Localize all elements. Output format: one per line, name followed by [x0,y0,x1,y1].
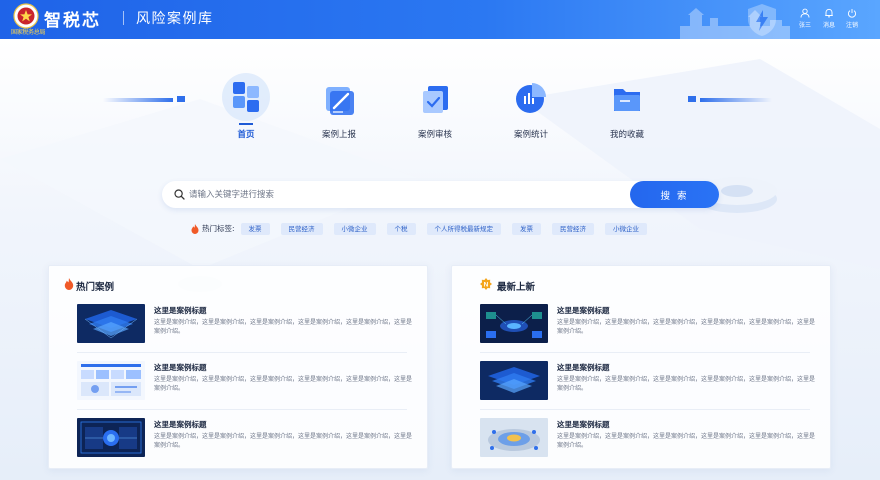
case-thumbnail [480,304,548,343]
home-grid-icon [222,73,270,121]
tag-iit-latest-rules[interactable]: 个人所得税最新规定 [426,222,502,235]
bell-icon [825,8,833,18]
nav-case-stats-label: 案例统计 [513,130,548,140]
case-description: 这里是案例介绍，这里是案例介绍，这里是案例介绍，这里是案例介绍，这里是案例介绍，… [154,319,413,335]
user-name-label: 张三 [798,22,811,29]
latest-case-item[interactable]: 这里是案例标题 这里是案例介绍，这里是案例介绍，这里是案例介绍，这里是案例介绍，… [480,304,815,353]
latest-cases-title: 最新上新 [497,282,536,293]
app-subtitle: 风险案例库 [136,11,214,27]
nav-active-indicator [239,123,253,125]
new-badge-icon: N [480,278,492,290]
tag-private-economy-2[interactable]: 民营经济 [552,222,595,235]
tag-small-micro-enterprise-2[interactable]: 小微企业 [605,222,648,235]
flame-icon [64,278,74,290]
emblem-caption: 国家税务总局 [11,29,46,36]
search-button[interactable]: 搜 索 [630,181,719,208]
case-thumbnail [77,418,145,457]
hot-case-item[interactable]: 这里是案例标题 这里是案例介绍，这里是案例介绍，这里是案例介绍，这里是案例介绍，… [77,304,412,353]
case-thumbnail [77,304,145,343]
logout-button[interactable]: 注销 [842,8,862,29]
list-divider [480,409,810,410]
hot-case-item[interactable]: 这里是案例标题 这里是案例介绍，这里是案例介绍，这里是案例介绍，这里是案例介绍，… [77,361,412,410]
tag-individual-tax[interactable]: 个税 [386,222,416,235]
search-icon [174,189,185,200]
top-header: 国家税务总局 智税芯 风险案例库 张三 消息 注销 [0,0,880,39]
hot-case-item[interactable]: 这里是案例标题 这里是案例介绍，这里是案例介绍，这里是案例介绍，这里是案例介绍，… [77,418,412,467]
hot-cases-title: 热门案例 [76,282,115,293]
nav-case-report[interactable]: 案例上报 [304,78,374,140]
case-description: 这里是案例介绍，这里是案例介绍，这里是案例介绍，这里是案例介绍，这里是案例介绍，… [557,433,816,449]
search-bar: 搜 索 [162,181,719,208]
edit-document-icon [318,78,360,120]
list-divider [77,409,407,410]
case-title: 这里是案例标题 [557,363,610,372]
new-badge-letter: N [484,281,489,288]
hot-cases-panel: 热门案例 这里是案例标题 这里是案例介绍，这里是案例介绍，这里是案例介绍，这里是… [48,265,428,469]
nav-case-review[interactable]: 案例审核 [400,78,470,140]
list-divider [480,352,810,353]
latest-case-item[interactable]: 这里是案例标题 这里是案例介绍，这里是案例介绍，这里是案例介绍，这里是案例介绍，… [480,418,815,467]
list-divider [77,352,407,353]
latest-case-item[interactable]: 这里是案例标题 这里是案例介绍，这里是案例介绍，这里是案例介绍，这里是案例介绍，… [480,361,815,410]
pie-chart-icon [510,78,552,120]
nav-home-label: 首页 [237,130,255,140]
decorative-line-right [700,98,772,102]
tax-emblem-logo [13,3,39,29]
case-description: 这里是案例介绍，这里是案例介绍，这里是案例介绍，这里是案例介绍，这里是案例介绍，… [557,319,816,335]
tag-private-economy[interactable]: 民营经济 [280,222,323,235]
shield-lightning-icon [748,4,776,36]
brand-name: 智税芯 [44,11,101,31]
case-thumbnail [480,361,548,400]
case-title: 这里是案例标题 [154,420,207,429]
hot-tags-row: 热门标签: 发票 民营经济 小微企业 个税 个人所得税最新规定 发票 民营经济 … [191,222,658,235]
search-input[interactable] [189,185,619,204]
power-icon [847,9,857,18]
nav-case-stats[interactable]: 案例统计 [496,78,566,140]
tag-invoice[interactable]: 发票 [240,222,270,235]
brand-divider [123,11,124,25]
case-thumbnail [77,361,145,400]
tag-small-micro-enterprise[interactable]: 小微企业 [333,222,376,235]
messages-label: 消息 [822,22,835,29]
case-title: 这里是案例标题 [154,363,207,372]
user-icon [800,8,810,18]
review-check-icon [414,78,456,120]
case-title: 这里是案例标题 [557,306,610,315]
nav-case-review-label: 案例审核 [417,130,452,140]
folder-icon [606,78,648,120]
user-account-button[interactable]: 张三 [795,8,815,29]
nav-case-report-label: 案例上报 [321,130,356,140]
decorative-dash-right [688,96,696,102]
case-description: 这里是案例介绍，这里是案例介绍，这里是案例介绍，这里是案例介绍，这里是案例介绍，… [154,433,413,449]
nav-my-favorites-label: 我的收藏 [609,130,644,140]
latest-cases-panel: N 最新上新 这里是案例标题 这里是案例介绍，这里是案例介绍，这里是案例介绍，这… [451,265,831,469]
decorative-line-left [103,98,173,102]
nav-home[interactable]: 首页 [211,73,281,140]
tag-invoice-2[interactable]: 发票 [512,222,542,235]
hot-tags-label: 热门标签: [202,224,235,233]
case-title: 这里是案例标题 [557,420,610,429]
flame-icon [191,223,199,234]
logout-label: 注销 [845,22,858,29]
case-title: 这里是案例标题 [154,306,207,315]
case-thumbnail [480,418,548,457]
case-description: 这里是案例介绍，这里是案例介绍，这里是案例介绍，这里是案例介绍，这里是案例介绍，… [154,376,413,392]
case-description: 这里是案例介绍，这里是案例介绍，这里是案例介绍，这里是案例介绍，这里是案例介绍，… [557,376,816,392]
decorative-dash-left [177,96,185,102]
messages-button[interactable]: 消息 [819,8,839,29]
nav-my-favorites[interactable]: 我的收藏 [592,78,662,140]
